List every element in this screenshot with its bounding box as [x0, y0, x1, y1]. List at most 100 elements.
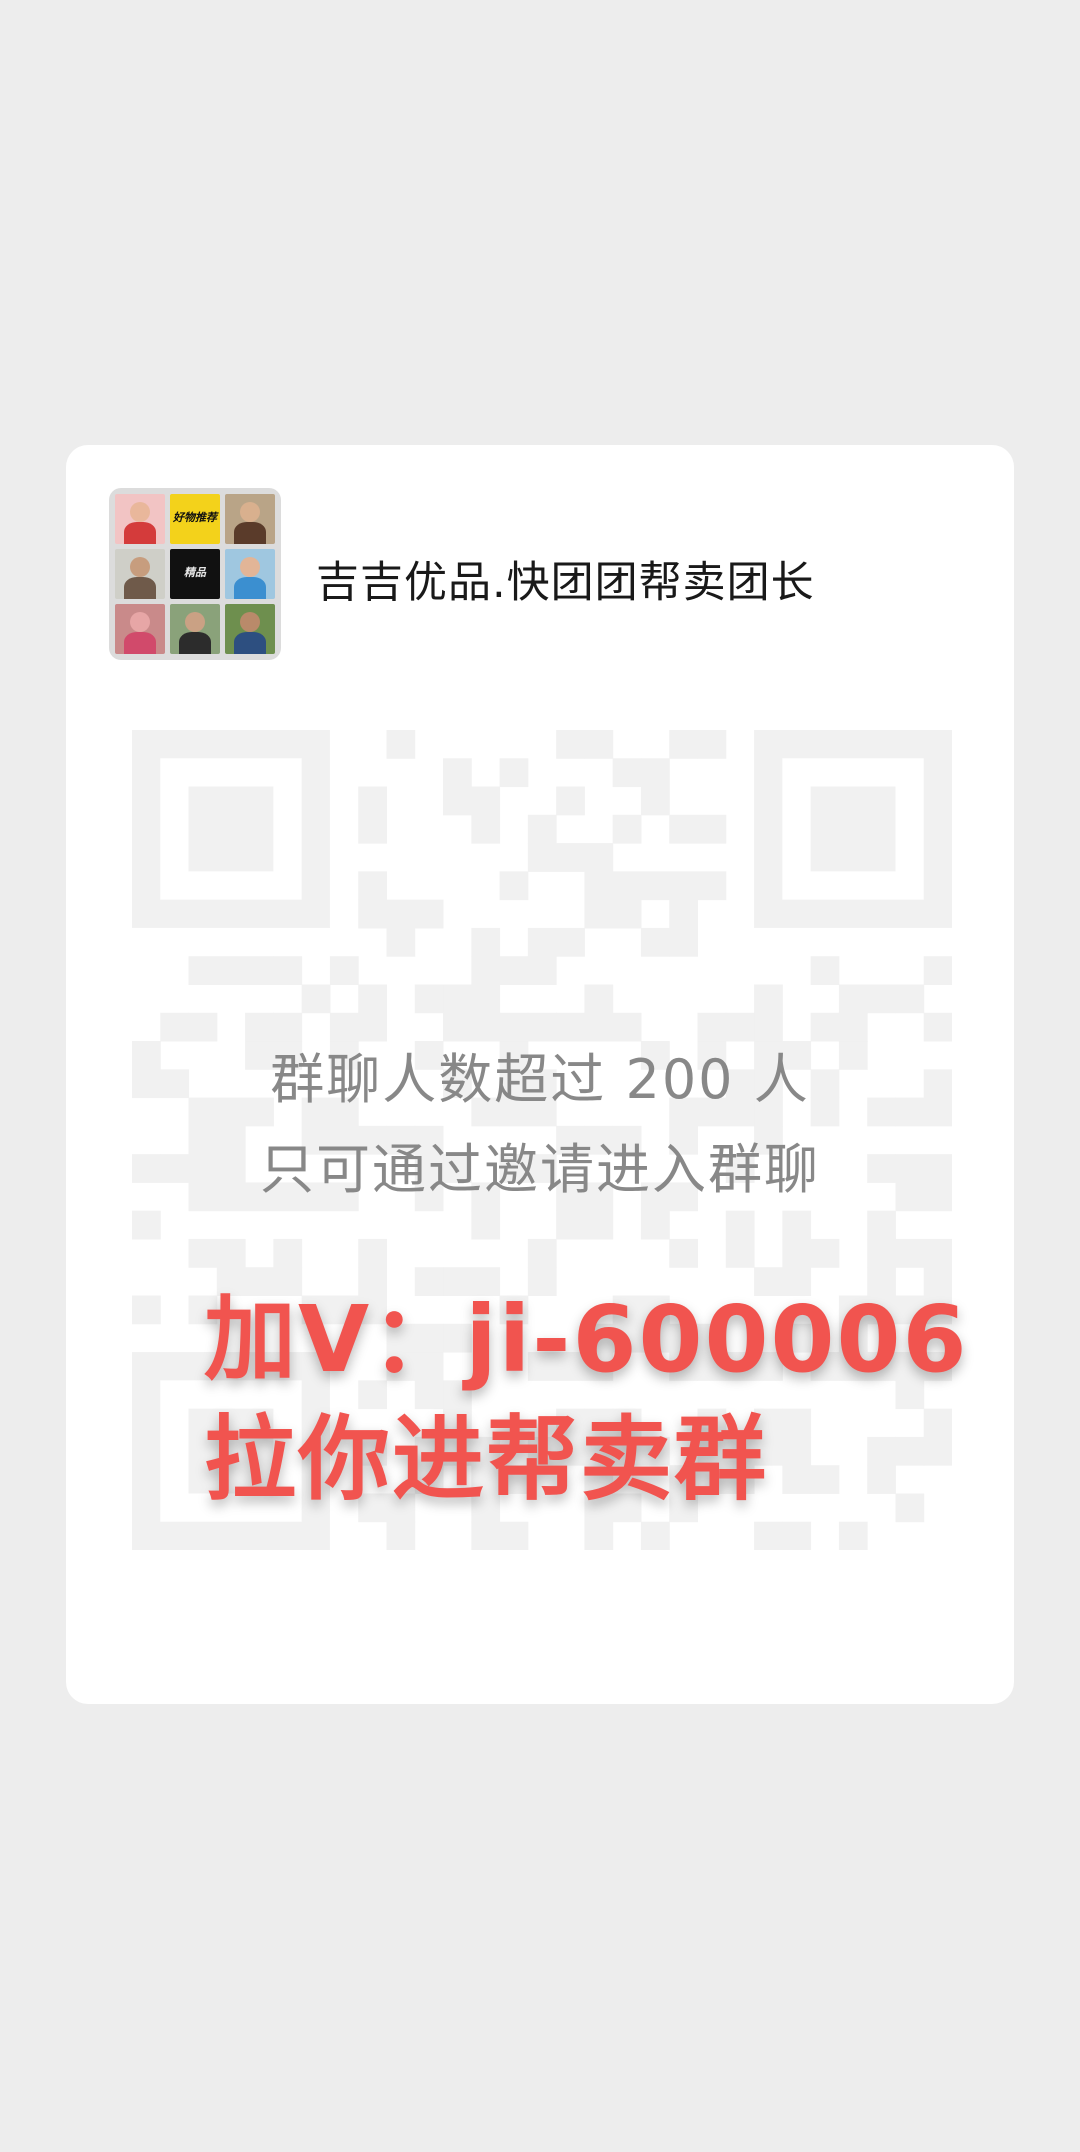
avatar-tile-figure [124, 576, 156, 599]
qr-module [782, 1521, 812, 1550]
qr-module [697, 730, 727, 759]
qr-module [556, 927, 585, 957]
qr-module [443, 984, 472, 1014]
avatar-tile-figure [124, 631, 156, 654]
qr-module [527, 956, 557, 985]
qr-module [640, 871, 670, 901]
qr-module [527, 1238, 557, 1268]
qr-module [499, 758, 529, 788]
qr-module [358, 984, 387, 1014]
group-avatar[interactable]: 好物推荐 精品 [109, 488, 281, 660]
qr-module [527, 927, 557, 957]
qr-module [216, 1238, 246, 1268]
group-qr-card: 好物推荐 精品 吉吉优品.快团团帮卖团长 群聊人数超过 200 人 只可通过邀请进… [66, 445, 1014, 1704]
qr-module [612, 871, 642, 901]
qr-module [471, 984, 501, 1014]
qr-module [584, 730, 614, 759]
qr-module [697, 871, 727, 901]
qr-module [471, 1210, 501, 1240]
qr-module [358, 1238, 387, 1268]
qr-module [358, 786, 387, 816]
avatar-tile: 好物推荐 [170, 494, 220, 544]
qr-module [697, 814, 727, 844]
qr-module [556, 730, 585, 759]
qr-module [923, 956, 952, 985]
avatar-tile-face [130, 556, 150, 577]
qr-module [471, 1521, 501, 1550]
qr-module [782, 1408, 812, 1438]
qr-module [867, 1210, 896, 1240]
qr-module [414, 899, 444, 929]
qr-module [754, 984, 783, 1014]
qr-module [867, 984, 896, 1014]
qr-expired-notice-line1: 群聊人数超过 200 人 [270, 1048, 810, 1111]
avatar-tile [225, 549, 275, 599]
qr-module [471, 786, 501, 816]
qr-module [669, 871, 699, 901]
qr-module [584, 899, 614, 929]
qr-module [386, 730, 416, 759]
avatar-tile [225, 494, 275, 544]
qr-module [584, 984, 614, 1014]
avatar-tile [115, 549, 165, 599]
qr-module [188, 956, 218, 985]
qr-module [471, 814, 501, 844]
qr-module [640, 1521, 670, 1550]
qr-module [188, 786, 274, 872]
qr-module [386, 927, 416, 957]
qr-module [584, 1521, 614, 1550]
avatar-tile [115, 494, 165, 544]
qr-module [584, 1210, 614, 1240]
qr-module [782, 1210, 812, 1240]
qr-module [273, 956, 303, 985]
qr-module [810, 1465, 840, 1494]
qr-module [584, 871, 614, 901]
avatar-tile-face [240, 501, 260, 522]
qr-module [782, 1238, 812, 1268]
qr-module [273, 1238, 303, 1268]
qr-module [329, 956, 359, 985]
qr-module [471, 927, 501, 957]
qr-module [725, 1210, 755, 1240]
qr-module [527, 843, 557, 872]
qr-module [923, 1238, 952, 1268]
qr-module [188, 1238, 218, 1268]
qr-module [669, 1238, 699, 1268]
qr-module [216, 956, 246, 985]
promo-contact-text: 加V：ji-600006 [204, 1286, 969, 1393]
avatar-tile: 精品 [170, 549, 220, 599]
qr-module [301, 984, 331, 1014]
qr-module [612, 814, 642, 844]
qr-module [358, 899, 387, 929]
qr-module [725, 1238, 755, 1268]
qr-module [556, 1210, 585, 1240]
qr-module [584, 843, 614, 872]
qr-module [556, 786, 585, 816]
qr-page: 好物推荐 精品 吉吉优品.快团团帮卖团长 群聊人数超过 200 人 只可通过邀请进… [0, 0, 1080, 2152]
qr-module [669, 730, 699, 759]
qr-module [132, 1295, 161, 1325]
avatar-tile-figure [124, 521, 156, 544]
qr-module [923, 1408, 952, 1438]
qr-module [358, 871, 387, 901]
qr-module [895, 1493, 925, 1523]
avatar-tile-face [185, 611, 205, 632]
qr-module [499, 871, 529, 901]
qr-module [867, 1465, 896, 1494]
qr-module [895, 984, 925, 1014]
qr-module [669, 814, 699, 844]
qr-module [810, 956, 840, 985]
qr-module [414, 984, 444, 1014]
qr-module [838, 1521, 868, 1550]
avatar-tile-figure [234, 521, 266, 544]
avatar-tile-face [130, 501, 150, 522]
qr-module [640, 927, 670, 957]
avatar-tile-logo: 好物推荐 [173, 511, 217, 524]
qr-module [810, 1238, 840, 1268]
avatar-tile-face [130, 611, 150, 632]
qr-module [499, 956, 529, 985]
qr-module [612, 899, 642, 929]
group-name: 吉吉优品.快团团帮卖团长 [316, 558, 815, 608]
avatar-tile [225, 604, 275, 654]
qr-module [386, 1521, 416, 1550]
